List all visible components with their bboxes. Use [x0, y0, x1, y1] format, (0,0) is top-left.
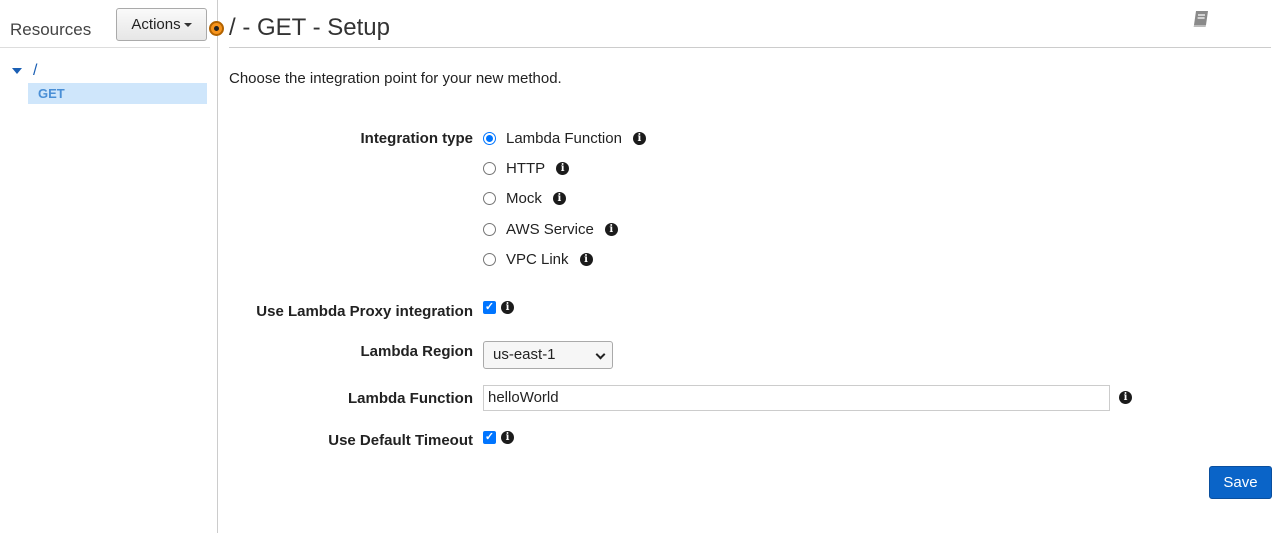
caret-down-icon: [183, 22, 192, 27]
proxy-checkbox[interactable]: ✓: [483, 301, 496, 314]
option-label: Mock: [506, 190, 542, 207]
radio-http[interactable]: [483, 162, 496, 175]
info-icon[interactable]: i: [556, 162, 570, 175]
save-button[interactable]: Save: [1209, 466, 1272, 499]
book-icon[interactable]: [1191, 9, 1211, 29]
info-icon[interactable]: i: [501, 301, 514, 314]
chevron-down-icon: [595, 349, 606, 360]
timeout-label: Use Default Timeout: [328, 432, 473, 449]
region-value: us-east-1: [493, 346, 556, 363]
radio-lambda-function[interactable]: [483, 132, 496, 145]
info-icon[interactable]: i: [501, 431, 514, 444]
option-aws-service[interactable]: AWS Service i: [483, 221, 618, 238]
integration-type-label: Integration type: [360, 130, 473, 147]
function-input[interactable]: helloWorld: [483, 385, 1110, 411]
sidebar-header: Resources Actions: [0, 0, 210, 48]
radio-aws-service[interactable]: [483, 223, 496, 236]
sidebar-title: Resources: [10, 20, 92, 39]
tree-root-resource[interactable]: /: [12, 62, 37, 80]
page-title: / - GET - Setup: [229, 14, 390, 41]
resources-sidebar: Resources Actions / GET: [0, 0, 218, 533]
info-icon[interactable]: i: [579, 253, 593, 266]
option-label: AWS Service: [506, 221, 594, 238]
title-divider: [229, 47, 1271, 48]
page-subtitle: Choose the integration point for your ne…: [229, 70, 562, 87]
resize-handle[interactable]: [209, 21, 224, 36]
option-label: VPC Link: [506, 251, 569, 268]
timeout-checkbox[interactable]: ✓: [483, 431, 496, 444]
actions-label: Actions: [131, 16, 181, 33]
tree-root-label[interactable]: /: [33, 62, 37, 80]
info-icon[interactable]: i: [552, 192, 566, 205]
radio-mock[interactable]: [483, 192, 496, 205]
option-label: Lambda Function: [506, 130, 622, 147]
option-label: HTTP: [506, 160, 546, 177]
region-label: Lambda Region: [360, 343, 473, 360]
option-vpc-link[interactable]: VPC Link i: [483, 251, 593, 268]
info-icon[interactable]: i: [1119, 391, 1132, 404]
actions-dropdown-button[interactable]: Actions: [116, 8, 207, 41]
proxy-option[interactable]: ✓ i: [483, 301, 514, 314]
tree-method-get[interactable]: GET: [28, 83, 207, 104]
info-icon[interactable]: i: [632, 132, 646, 145]
radio-vpc-link[interactable]: [483, 253, 496, 266]
region-select[interactable]: us-east-1: [483, 341, 613, 369]
proxy-label: Use Lambda Proxy integration: [256, 303, 473, 320]
option-lambda-function[interactable]: Lambda Function i: [483, 130, 646, 147]
option-mock[interactable]: Mock i: [483, 190, 566, 207]
info-icon[interactable]: i: [604, 223, 618, 236]
timeout-option[interactable]: ✓ i: [483, 431, 514, 444]
function-label: Lambda Function: [348, 390, 473, 407]
expand-triangle-icon[interactable]: [12, 68, 22, 74]
option-http[interactable]: HTTP i: [483, 160, 570, 177]
